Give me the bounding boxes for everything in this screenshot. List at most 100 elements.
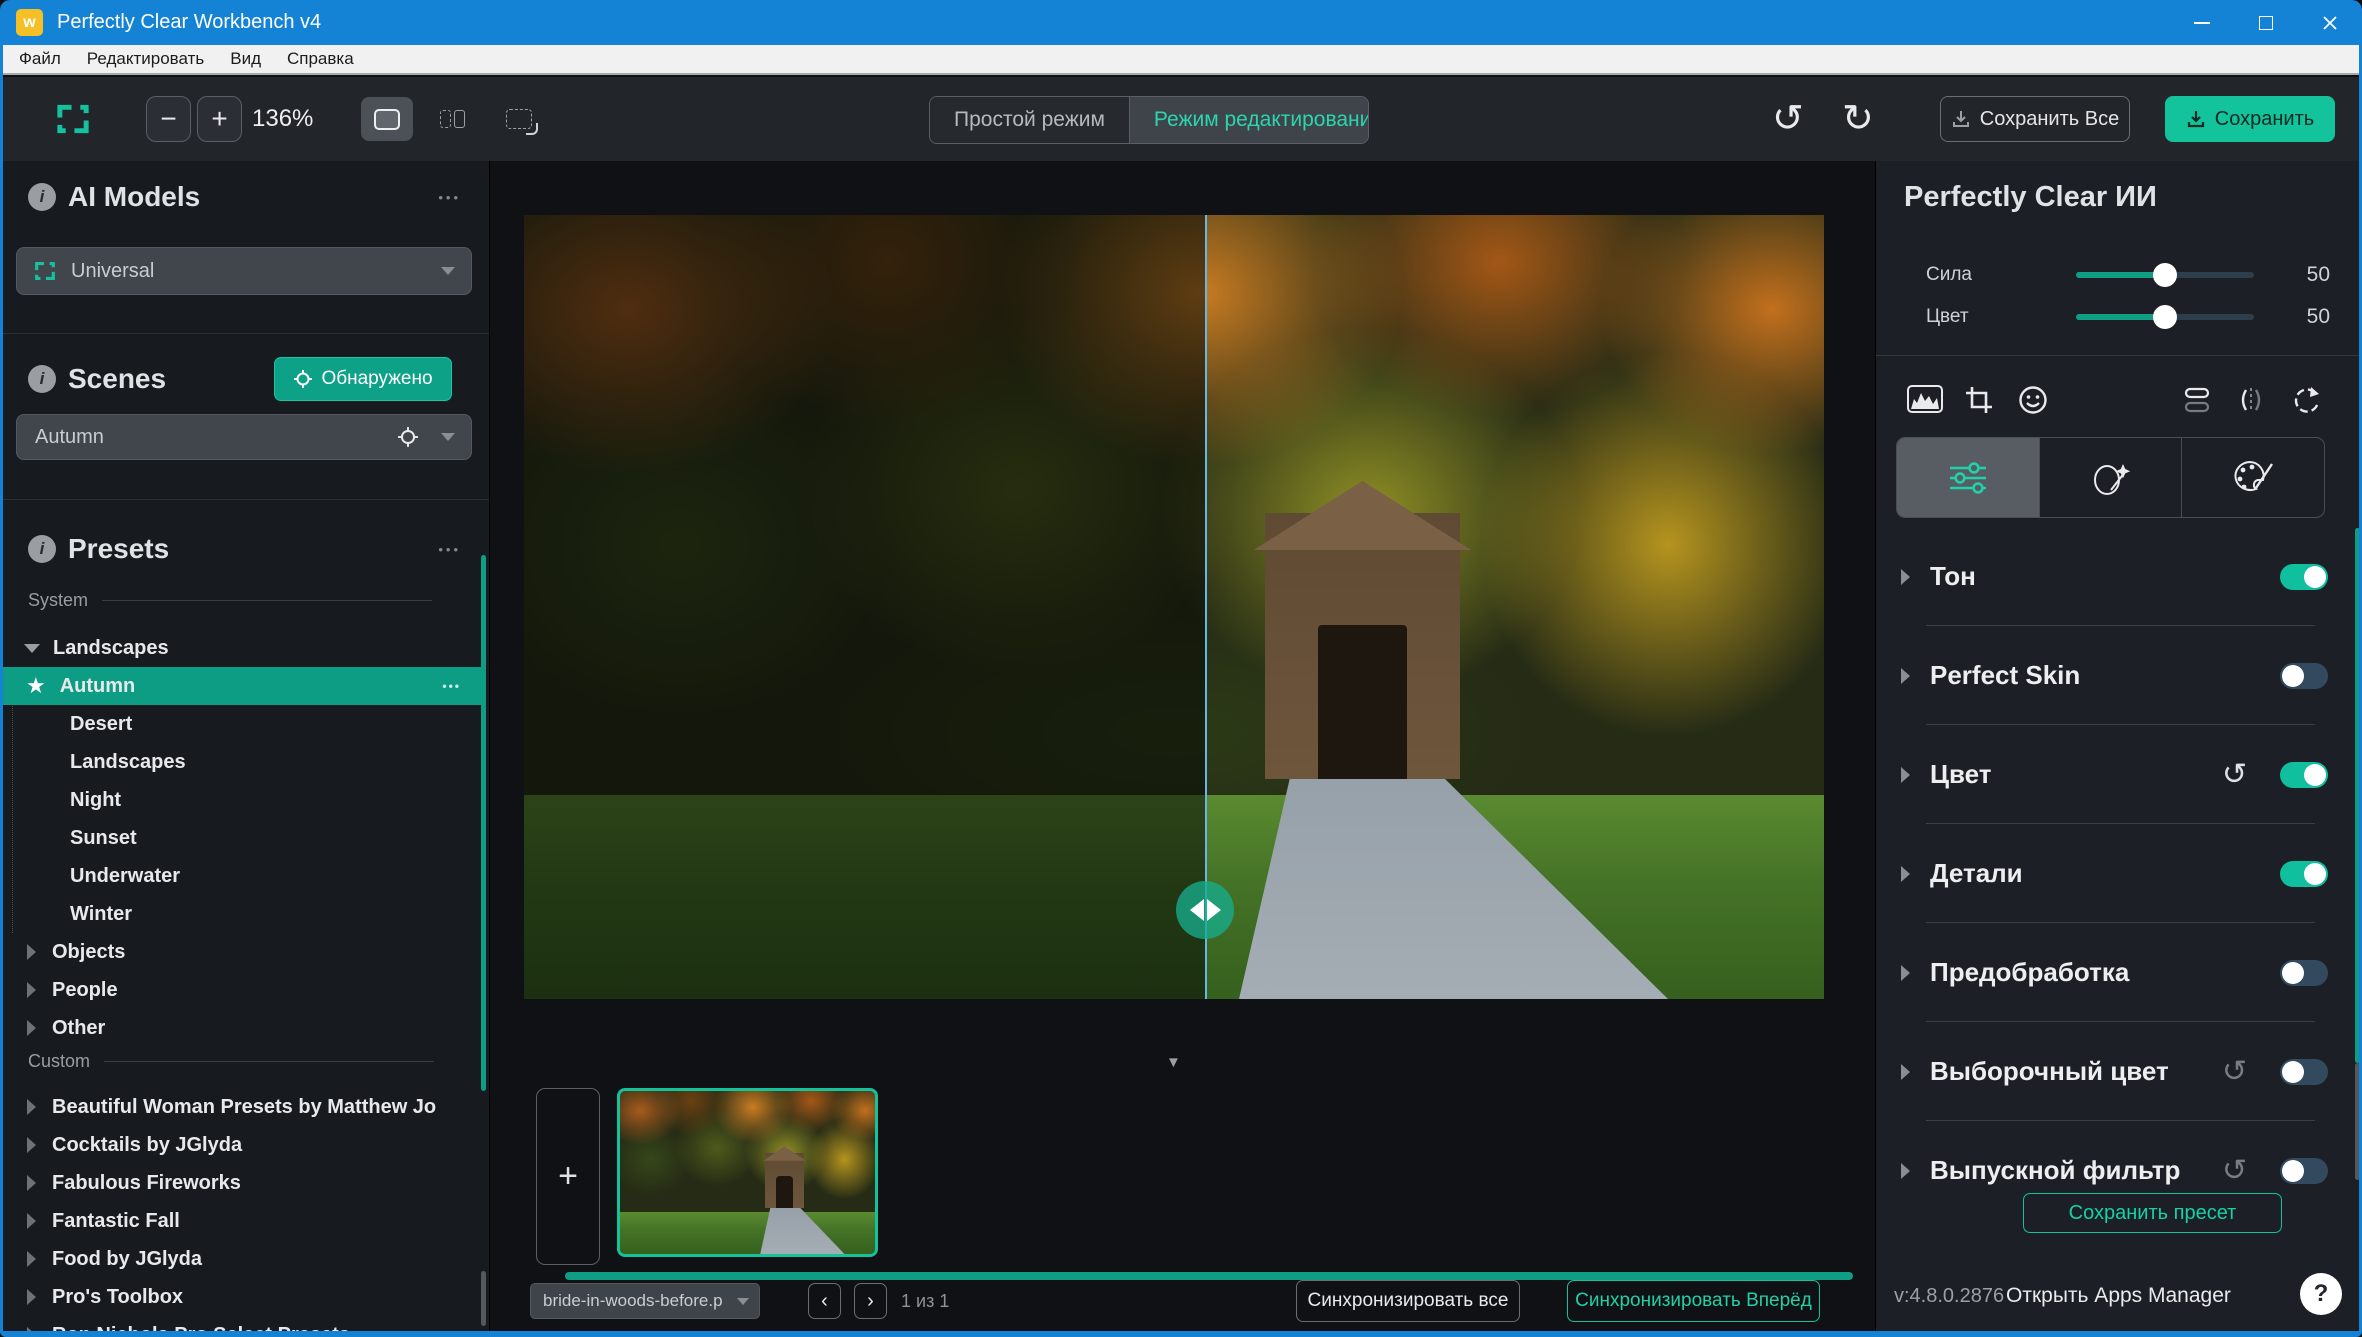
chevron-right-icon[interactable]: [27, 1289, 36, 1305]
undo-button[interactable]: ↺: [1772, 99, 1804, 139]
filmstrip-thumbnail-selected[interactable]: [617, 1088, 878, 1257]
finishing-filter-toggle[interactable]: [2280, 1158, 2328, 1184]
section-color[interactable]: Цвет ↺: [1876, 725, 2362, 824]
chevron-right-icon[interactable]: [1901, 767, 1910, 783]
filmstrip-scrollbar[interactable]: [565, 1272, 1853, 1280]
preset-item-sunset[interactable]: Sunset: [0, 819, 481, 857]
presets-scrollbar[interactable]: [481, 555, 486, 1091]
preset-group-fireworks[interactable]: Fabulous Fireworks: [0, 1164, 481, 1202]
info-icon[interactable]: i: [28, 183, 56, 211]
more-options-icon[interactable]: •••: [442, 679, 461, 693]
mode-edit-tab[interactable]: Режим редактирования: [1130, 97, 1369, 143]
preset-group-fantastic-fall[interactable]: Fantastic Fall: [0, 1202, 481, 1240]
chevron-right-icon[interactable]: [1901, 965, 1910, 981]
preset-item-underwater[interactable]: Underwater: [0, 857, 481, 895]
chevron-right-icon[interactable]: [27, 1175, 36, 1191]
preset-group-clipped[interactable]: Ron Nichols Pro Select Presets: [0, 1316, 481, 1331]
chevron-right-icon[interactable]: [1901, 1163, 1910, 1179]
photo-canvas[interactable]: [524, 215, 1824, 999]
reset-icon[interactable]: ↺: [2222, 1156, 2247, 1186]
selective-color-toggle[interactable]: [2280, 1059, 2328, 1085]
more-options-icon[interactable]: •••: [438, 190, 461, 205]
section-details[interactable]: Детали: [1876, 824, 2362, 923]
zoom-in-button[interactable]: +: [197, 96, 242, 142]
tab-retouch[interactable]: [2040, 438, 2183, 517]
chevron-right-icon[interactable]: [27, 1213, 36, 1229]
sync-all-button[interactable]: Синхронизировать все: [1296, 1280, 1520, 1322]
chevron-right-icon[interactable]: [27, 982, 36, 998]
minimize-button[interactable]: [2170, 0, 2234, 45]
mode-simple-tab[interactable]: Простой режим: [930, 97, 1130, 143]
preset-item-desert[interactable]: Desert: [0, 705, 481, 743]
rotate-icon[interactable]: [2291, 385, 2321, 415]
color-slider[interactable]: [2076, 314, 2254, 320]
color-toggle[interactable]: [2280, 762, 2328, 788]
preset-group-people[interactable]: People: [0, 971, 481, 1009]
chevron-right-icon[interactable]: [1901, 668, 1910, 684]
sync-forward-button[interactable]: Синхронизировать Вперёд: [1567, 1280, 1820, 1322]
reset-icon[interactable]: ↺: [2222, 1057, 2247, 1087]
section-preprocessing[interactable]: Предобработка: [1876, 923, 2362, 1022]
next-image-button[interactable]: ›: [854, 1283, 887, 1319]
preset-item-autumn-selected[interactable]: ★ Autumn •••: [0, 667, 481, 705]
view-split-button[interactable]: [426, 97, 478, 141]
info-icon[interactable]: i: [28, 535, 56, 563]
section-tone[interactable]: Тон: [1876, 527, 2362, 626]
preset-group-landscapes[interactable]: Landscapes: [0, 629, 481, 667]
chevron-right-icon[interactable]: [27, 1137, 36, 1153]
split-drag-handle[interactable]: [1176, 881, 1234, 939]
chevron-right-icon[interactable]: [27, 944, 36, 960]
preset-group-beautiful-woman[interactable]: Beautiful Woman Presets by Matthew Jo: [0, 1088, 481, 1126]
preprocessing-toggle[interactable]: [2280, 960, 2328, 986]
perfect-skin-toggle[interactable]: [2280, 663, 2328, 689]
menu-help[interactable]: Справка: [274, 45, 367, 73]
filename-select[interactable]: bride-in-woods-before.p: [530, 1283, 760, 1319]
tab-adjustments[interactable]: [1897, 438, 2040, 517]
close-button[interactable]: [2298, 0, 2362, 45]
chevron-right-icon[interactable]: [27, 1251, 36, 1267]
menu-view[interactable]: Вид: [217, 45, 274, 73]
details-toggle[interactable]: [2280, 861, 2328, 887]
save-all-button[interactable]: Сохранить Все: [1940, 96, 2130, 142]
open-apps-manager-link[interactable]: Открыть Apps Manager: [2006, 1284, 2231, 1308]
chevron-right-icon[interactable]: [27, 1020, 36, 1036]
strength-slider[interactable]: [2076, 272, 2254, 278]
filmstrip-collapse-button[interactable]: ▼: [1166, 1054, 1181, 1071]
crop-icon[interactable]: [1964, 385, 1994, 415]
preset-item-night[interactable]: Night: [0, 781, 481, 819]
menu-edit[interactable]: Редактировать: [74, 45, 217, 73]
save-preset-button[interactable]: Сохранить пресет: [2023, 1193, 2282, 1233]
section-perfect-skin[interactable]: Perfect Skin: [1876, 626, 2362, 725]
previous-image-button[interactable]: ‹: [808, 1283, 841, 1319]
view-compare-button[interactable]: [493, 97, 545, 141]
menu-file[interactable]: Файл: [6, 45, 74, 73]
chevron-down-icon[interactable]: [24, 644, 40, 653]
crosshair-icon[interactable]: [397, 426, 419, 448]
histogram-icon[interactable]: [1907, 385, 1943, 413]
slider-knob[interactable]: [2153, 305, 2177, 329]
face-icon[interactable]: [2018, 385, 2048, 415]
save-button[interactable]: Сохранить: [2165, 96, 2335, 142]
tab-color-palette[interactable]: [2182, 438, 2324, 517]
ai-model-select[interactable]: Universal: [16, 247, 472, 295]
more-options-icon[interactable]: •••: [438, 542, 461, 557]
preset-item-winter[interactable]: Winter: [0, 895, 481, 933]
preset-group-food[interactable]: Food by JGlyda: [0, 1240, 481, 1278]
flip-vertical-icon[interactable]: [2182, 385, 2212, 415]
preset-group-cocktails[interactable]: Cocktails by JGlyda: [0, 1126, 481, 1164]
add-image-button[interactable]: +: [536, 1088, 600, 1265]
preset-group-other[interactable]: Other: [0, 1009, 481, 1047]
chevron-right-icon[interactable]: [1901, 569, 1910, 585]
presets-scrollbar-track[interactable]: [481, 1271, 486, 1326]
help-button[interactable]: ?: [2300, 1273, 2342, 1315]
view-single-button[interactable]: [361, 97, 413, 141]
chevron-right-icon[interactable]: [1901, 866, 1910, 882]
star-icon[interactable]: ★: [26, 673, 46, 699]
chevron-right-icon[interactable]: [1901, 1064, 1910, 1080]
reset-icon[interactable]: ↺: [2222, 760, 2247, 790]
preset-group-pros-toolbox[interactable]: Pro's Toolbox: [0, 1278, 481, 1316]
redo-button[interactable]: ↻: [1842, 99, 1874, 139]
preset-item-landscapes[interactable]: Landscapes: [0, 743, 481, 781]
maximize-button[interactable]: [2234, 0, 2298, 45]
chevron-right-icon[interactable]: [27, 1099, 36, 1115]
